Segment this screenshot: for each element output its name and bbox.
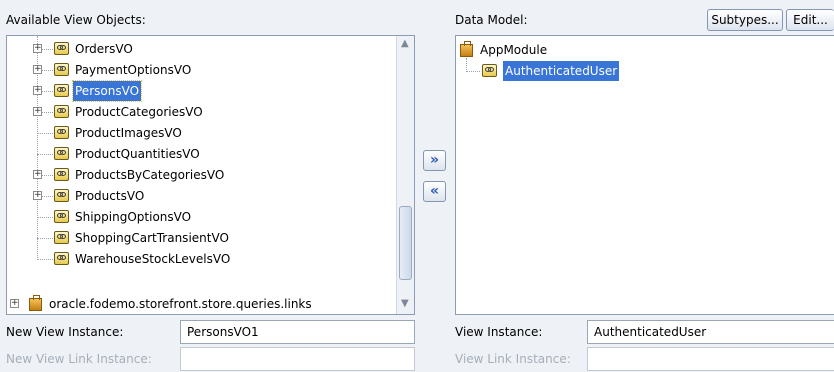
app-module-icon bbox=[460, 41, 473, 57]
expand-icon[interactable]: + bbox=[33, 107, 42, 116]
expand-icon[interactable]: + bbox=[33, 86, 42, 95]
view-link-instance-label: View Link Instance: bbox=[455, 352, 571, 366]
tree-item-row[interactable]: + ProductsVO bbox=[7, 186, 392, 206]
view-object-icon bbox=[54, 147, 69, 160]
scrollbar-thumb[interactable] bbox=[399, 206, 412, 280]
view-object-icon bbox=[54, 210, 69, 223]
tree-item-row[interactable]: + ProductsByCategoriesVO bbox=[7, 165, 392, 185]
new-view-instance-label: New View Instance: bbox=[6, 325, 124, 339]
view-object-label: ShippingOptionsVO bbox=[75, 210, 192, 224]
data-model-tree[interactable]: AppModule AuthenticatedUser bbox=[455, 35, 834, 315]
view-object-icon bbox=[54, 126, 69, 139]
view-object-icon bbox=[54, 252, 69, 265]
package-icon bbox=[29, 295, 42, 311]
edit-button[interactable]: Edit... bbox=[786, 9, 834, 31]
available-view-objects-label: Available View Objects: bbox=[6, 13, 146, 27]
view-object-label: ProductImagesVO bbox=[75, 126, 182, 140]
view-instance-label: View Instance: bbox=[455, 325, 543, 339]
scroll-up-icon[interactable]: ▲ bbox=[401, 38, 409, 49]
package-label: oracle.fodemo.storefront.store.queries.l… bbox=[49, 297, 312, 311]
tree-item-row[interactable]: ShippingOptionsVO bbox=[7, 207, 392, 227]
new-view-instance-input[interactable]: PersonsVO1 bbox=[180, 320, 415, 344]
expand-icon[interactable]: + bbox=[33, 65, 42, 74]
tree-item-row[interactable]: + ProductCategoriesVO bbox=[7, 102, 392, 122]
available-view-objects-tree[interactable]: + OrdersVO + PaymentOptionsVO + PersonsVO + Pro… bbox=[6, 35, 415, 315]
view-object-label: PersonsVO bbox=[71, 80, 143, 102]
tree-item-row[interactable]: ProductQuantitiesVO bbox=[7, 144, 392, 164]
authenticated-user-label: AuthenticatedUser bbox=[503, 61, 620, 81]
view-object-icon bbox=[54, 168, 69, 181]
tree-item-row[interactable]: WarehouseStockLevelsVO bbox=[7, 249, 392, 269]
add-to-data-model-button[interactable]: » bbox=[423, 150, 446, 171]
expand-icon[interactable]: + bbox=[33, 191, 42, 200]
view-object-label: ProductQuantitiesVO bbox=[75, 147, 200, 161]
tree-item-row[interactable]: + OrdersVO bbox=[7, 39, 392, 59]
new-view-link-instance-label: New View Link Instance: bbox=[6, 352, 152, 366]
view-link-instance-input[interactable] bbox=[587, 347, 834, 371]
view-object-icon bbox=[54, 189, 69, 202]
tree-scrollbar[interactable]: ▲ ▼ bbox=[396, 36, 414, 314]
data-model-label: Data Model: bbox=[455, 13, 528, 27]
view-object-label: WarehouseStockLevelsVO bbox=[75, 252, 231, 266]
subtypes-button[interactable]: Subtypes... bbox=[707, 9, 783, 31]
view-instance-input[interactable]: AuthenticatedUser bbox=[587, 320, 834, 344]
view-object-icon bbox=[54, 42, 69, 55]
tree-item-row[interactable]: + PaymentOptionsVO bbox=[7, 60, 392, 80]
remove-from-data-model-button[interactable]: « bbox=[423, 181, 446, 202]
tree-item-row[interactable]: + PersonsVO bbox=[7, 80, 392, 102]
view-object-label: ShoppingCartTransientVO bbox=[75, 231, 229, 245]
new-view-link-instance-input[interactable] bbox=[180, 347, 415, 371]
view-object-icon bbox=[54, 84, 69, 97]
view-object-icon bbox=[482, 64, 497, 77]
tree-package-row[interactable]: + oracle.fodemo.storefront.store.queries… bbox=[7, 294, 397, 314]
view-object-label: ProductsVO bbox=[75, 189, 145, 203]
view-object-label: ProductsByCategoriesVO bbox=[75, 168, 225, 182]
view-object-label: PaymentOptionsVO bbox=[75, 63, 192, 77]
app-module-label: AppModule bbox=[480, 43, 548, 57]
view-object-label: ProductCategoriesVO bbox=[75, 105, 203, 119]
tree-item-row[interactable]: ShoppingCartTransientVO bbox=[7, 228, 392, 248]
tree-item-row[interactable]: ProductImagesVO bbox=[7, 123, 392, 143]
expand-icon[interactable]: + bbox=[10, 299, 19, 308]
scroll-down-icon[interactable]: ▼ bbox=[401, 298, 409, 309]
view-object-icon bbox=[54, 105, 69, 118]
view-object-icon bbox=[54, 231, 69, 244]
view-object-icon bbox=[54, 63, 69, 76]
view-object-label: OrdersVO bbox=[75, 42, 133, 56]
expand-icon[interactable]: + bbox=[33, 44, 42, 53]
expand-icon[interactable]: + bbox=[33, 170, 42, 179]
